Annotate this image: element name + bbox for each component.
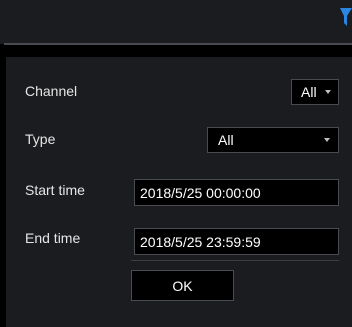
header-divider (4, 43, 352, 45)
top-bar (0, 0, 352, 45)
start-time-input[interactable] (134, 179, 339, 206)
type-label: Type (25, 131, 56, 147)
chevron-down-icon (324, 138, 330, 142)
filter-icon[interactable] (340, 8, 352, 26)
start-time-label: Start time (25, 182, 85, 198)
type-select-value: All (218, 132, 234, 148)
ok-button[interactable]: OK (131, 270, 234, 301)
form-divider (131, 260, 339, 261)
end-time-input[interactable] (134, 228, 339, 255)
chevron-down-icon (325, 90, 331, 94)
channel-select[interactable]: All (291, 79, 339, 105)
channel-select-value: All (301, 84, 317, 100)
end-time-label: End time (25, 230, 81, 246)
channel-label: Channel (25, 83, 78, 99)
type-select[interactable]: All (207, 127, 339, 153)
